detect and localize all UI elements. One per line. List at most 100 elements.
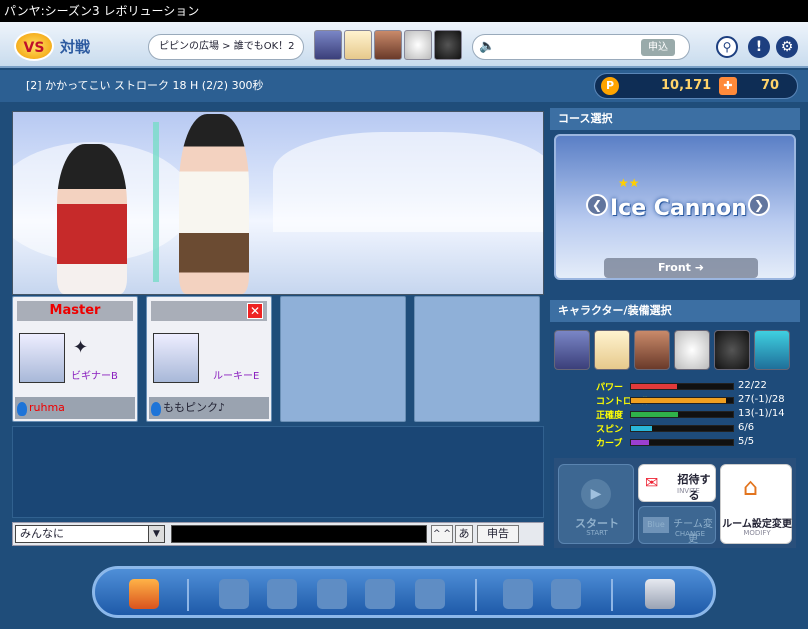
envelope-icon: ✉ — [645, 473, 659, 492]
character-hana-icon[interactable] — [314, 30, 342, 60]
team-change-button[interactable]: Blue チーム変更 CHANGE — [638, 506, 716, 545]
invite-button[interactable]: ✉ 招待する INVITE — [638, 464, 716, 502]
difficulty-stars: ★★ — [618, 176, 640, 190]
stat-fill — [631, 440, 650, 445]
course-preview: ★★ Ice Cannon ❮ ❯ Front ➜ — [554, 134, 796, 280]
stat-row: コントロール 27(-1)/28 — [556, 394, 794, 408]
course-section-title: コース選択 — [550, 108, 800, 130]
modify-room-button[interactable]: ⌂ ルーム設定変更 MODIFY — [720, 464, 792, 544]
apply-button[interactable]: 申込 — [641, 39, 675, 56]
chevron-down-icon[interactable]: ▼ — [148, 526, 164, 542]
chat-input[interactable] — [171, 525, 427, 543]
stat-value: 27(-1)/28 — [738, 394, 785, 405]
speaker-icon[interactable]: 🔈 — [479, 39, 495, 54]
caddie-icon[interactable] — [434, 30, 462, 60]
invite-sub: INVITE — [677, 487, 700, 495]
stat-bar — [630, 425, 734, 432]
player-slot-4[interactable] — [414, 296, 540, 422]
stat-bar — [630, 397, 734, 404]
gift-icon[interactable] — [317, 579, 347, 609]
player-slot-3[interactable] — [280, 296, 406, 422]
character-card-icon[interactable] — [374, 30, 402, 60]
stat-value: 6/6 — [738, 422, 755, 433]
equip-character-icon[interactable] — [554, 330, 590, 370]
kana-button[interactable]: あ — [455, 525, 473, 543]
team-icon: Blue — [643, 517, 669, 533]
player-name: ももピンク♪ — [149, 397, 269, 419]
kick-close-icon[interactable]: ✕ — [247, 303, 263, 319]
prev-course-button[interactable]: ❮ — [586, 194, 608, 216]
player-avatar — [19, 333, 65, 383]
equip-cat-icon[interactable] — [594, 330, 630, 370]
chat-target-select[interactable]: みんなに ▼ — [15, 525, 165, 543]
trade-icon[interactable] — [503, 579, 533, 609]
stat-row: パワー 22/22 — [556, 380, 794, 394]
gear-icon[interactable]: ⚙ — [776, 36, 798, 58]
equip-caddie-icon[interactable] — [714, 330, 750, 370]
toolbar-separator — [475, 579, 477, 611]
equip-club-icon[interactable] — [634, 330, 670, 370]
toolbar-separator — [187, 579, 189, 611]
pang-amount: 10,171 — [661, 78, 712, 93]
next-course-button[interactable]: ❯ — [748, 194, 770, 216]
shop-icon[interactable] — [219, 579, 249, 609]
vs-badge: VS — [14, 31, 54, 61]
stat-label: カーブ — [596, 439, 623, 449]
emoticon-button[interactable]: ^ ^ — [431, 525, 453, 543]
stat-value: 13(-1)/14 — [738, 408, 785, 419]
house-icon: ⌂ — [743, 473, 759, 501]
chat-controls: みんなに ▼ ^ ^ あ 申告 — [12, 522, 544, 546]
stat-row: カーブ 5/5 — [556, 436, 794, 450]
room-title: ピピンの広場 > 誰でもOK！2 — [148, 34, 304, 60]
stat-row: 正確度 13(-1)/14 — [556, 408, 794, 422]
equip-section-title: キャラクター/装備選択 — [550, 300, 800, 322]
player-slot-2[interactable]: ✕ ルーキーE ももピンク♪ — [146, 296, 272, 422]
equip-row — [554, 326, 796, 376]
stat-label: パワー — [596, 383, 624, 393]
player-grade: ルーキーE — [213, 371, 260, 382]
player-avatar — [153, 333, 199, 383]
golf-ball-icon[interactable] — [404, 30, 432, 60]
grade-emblem-icon: ✦ — [73, 337, 89, 358]
chat-log[interactable] — [12, 426, 544, 518]
stat-bar — [630, 411, 734, 418]
character-male[interactable] — [179, 114, 249, 294]
stat-label: 正確度 — [596, 411, 624, 421]
equip-ball-icon[interactable] — [674, 330, 710, 370]
stat-fill — [631, 384, 677, 389]
stat-value: 5/5 — [738, 436, 755, 447]
options-icon[interactable] — [645, 579, 675, 609]
stat-label: スピン — [596, 425, 624, 435]
exchange-icon[interactable] — [551, 579, 581, 609]
course-name: Ice Cannon — [610, 196, 747, 221]
toolbar-separator — [611, 579, 613, 611]
player-grade: ビギナーB — [71, 371, 118, 382]
bag-icon[interactable] — [415, 579, 445, 609]
help-icon[interactable]: ! — [748, 36, 770, 58]
right-panel: コース選択 ★★ Ice Cannon ❮ ❯ Front ➜ キャラクター/装… — [550, 108, 800, 550]
team-sub: CHANGE — [675, 530, 706, 538]
equip-item-icon[interactable] — [754, 330, 790, 370]
course-front-label: Front — [658, 261, 691, 274]
stat-bar — [630, 383, 734, 390]
player-slot-1[interactable]: Master ✦ ビギナーB ruhma — [12, 296, 138, 422]
character-female[interactable] — [57, 144, 127, 294]
stat-fill — [631, 426, 653, 431]
map-icon[interactable] — [267, 579, 297, 609]
start-button[interactable]: ▶ スタート START — [558, 464, 634, 544]
top-bar: VS 対戦 ピピンの広場 > 誰でもOK！2 🔈 申込 ⚲ ! ⚙ — [0, 22, 808, 68]
stat-bar — [630, 439, 734, 446]
play-icon: ▶ — [581, 479, 611, 509]
stat-row: スピン 6/6 — [556, 422, 794, 436]
puzzle-icon[interactable] — [365, 579, 395, 609]
volume-box: 🔈 申込 — [472, 34, 690, 60]
course-front-button[interactable]: Front ➜ — [604, 258, 758, 278]
stats-panel: パワー 22/22 コントロール 27(-1)/28 正確度 13(-1)/14 スピン 6/… — [556, 380, 794, 452]
report-button[interactable]: 申告 — [477, 525, 519, 543]
exit-door-icon[interactable] — [129, 579, 159, 609]
lobby-scene — [12, 111, 544, 295]
friend-search-icon[interactable]: ⚲ — [716, 36, 738, 58]
action-area: ▶ スタート START ✉ 招待する INVITE Blue チーム変更 CH… — [554, 458, 796, 548]
start-sub: START — [586, 529, 608, 537]
character-cat-icon[interactable] — [344, 30, 372, 60]
